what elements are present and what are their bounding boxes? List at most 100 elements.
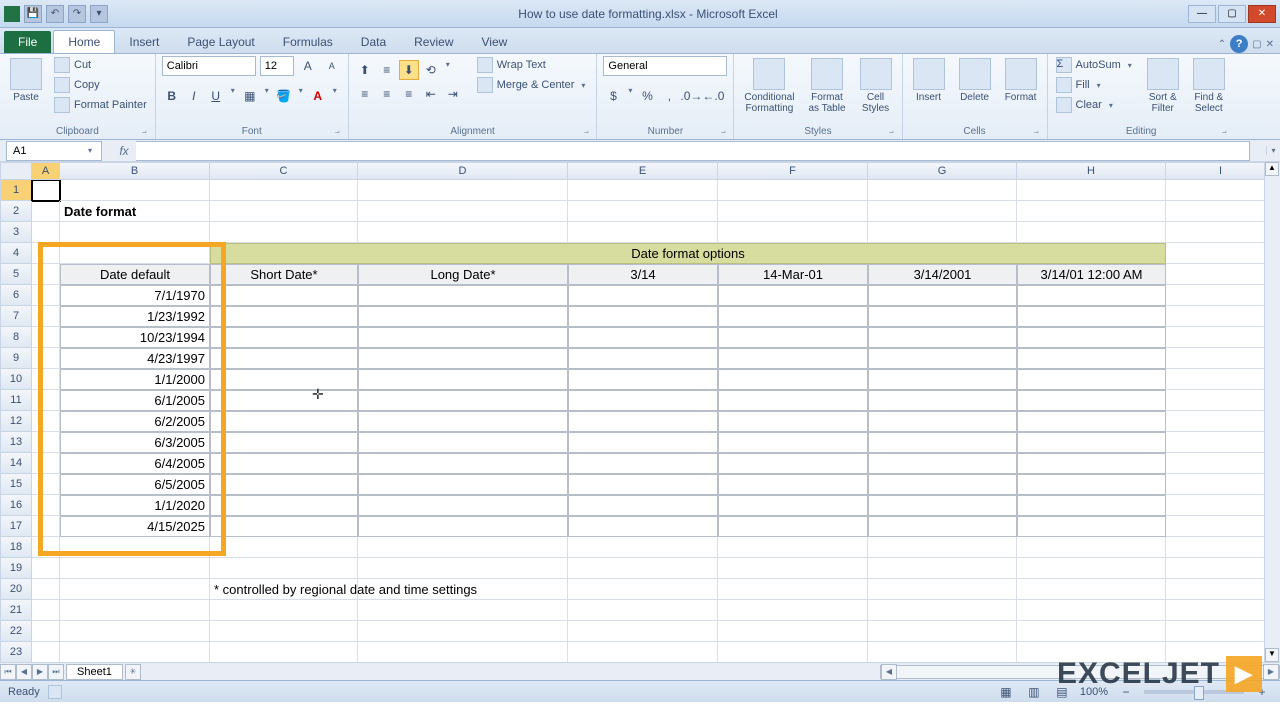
align-left-button[interactable]: ≡ [355,84,375,104]
delete-cells-button[interactable]: Delete [955,56,995,105]
minimize-ribbon-icon[interactable]: ⌃ [1218,39,1226,50]
row-header-5[interactable]: 5 [0,264,32,285]
cell-B19[interactable] [60,558,210,579]
row-header-17[interactable]: 17 [0,516,32,537]
copy-button[interactable]: Copy [52,76,149,94]
cell-I4[interactable] [1166,243,1276,264]
cell-C11[interactable] [210,390,358,411]
cell-F22[interactable] [718,621,868,642]
cell-C21[interactable] [210,600,358,621]
cell-C15[interactable] [210,474,358,495]
align-top-button[interactable]: ⬆ [355,60,375,80]
cell-A11[interactable] [32,390,60,411]
cell-G21[interactable] [868,600,1017,621]
cell-E2[interactable] [568,201,718,222]
column-header-C[interactable]: C [210,162,358,180]
cell-D23[interactable] [358,642,568,662]
cell-C3[interactable] [210,222,358,243]
cell-C12[interactable] [210,411,358,432]
tab-view[interactable]: View [468,31,522,53]
cell-A8[interactable] [32,327,60,348]
cell-H16[interactable] [1017,495,1166,516]
cell-G23[interactable] [868,642,1017,662]
cell-H18[interactable] [1017,537,1166,558]
row-header-10[interactable]: 10 [0,369,32,390]
cell-D14[interactable] [358,453,568,474]
cell-G20[interactable] [868,579,1017,600]
decrease-indent-button[interactable]: ⇤ [421,84,441,104]
cell-C14[interactable] [210,453,358,474]
cell-B18[interactable] [60,537,210,558]
cell-B7[interactable]: 1/23/1992 [60,306,210,327]
new-sheet-button[interactable]: ✳ [125,664,141,680]
cell-styles-button[interactable]: Cell Styles [856,56,896,116]
row-header-21[interactable]: 21 [0,600,32,621]
increase-indent-button[interactable]: ⇥ [443,84,463,104]
cell-E10[interactable] [568,369,718,390]
merge-center-button[interactable]: Merge & Center▾ [475,76,591,94]
cell-B14[interactable]: 6/4/2005 [60,453,210,474]
cell-G5[interactable]: 3/14/2001 [868,264,1017,285]
cell-B6[interactable]: 7/1/1970 [60,285,210,306]
align-middle-button[interactable]: ≡ [377,60,397,80]
cell-G22[interactable] [868,621,1017,642]
cell-C10[interactable] [210,369,358,390]
minimize-button[interactable]: — [1188,5,1216,23]
cell-H9[interactable] [1017,348,1166,369]
cell-D15[interactable] [358,474,568,495]
cell-I18[interactable] [1166,537,1276,558]
cell-I9[interactable] [1166,348,1276,369]
cell-C4[interactable]: Date format options [210,243,1166,264]
cell-F10[interactable] [718,369,868,390]
cell-F23[interactable] [718,642,868,662]
cell-G12[interactable] [868,411,1017,432]
cell-H15[interactable] [1017,474,1166,495]
cell-B16[interactable]: 1/1/2020 [60,495,210,516]
cell-E18[interactable] [568,537,718,558]
cell-E23[interactable] [568,642,718,662]
column-header-A[interactable]: A [32,162,60,180]
cell-I21[interactable] [1166,600,1276,621]
increase-font-icon[interactable]: A [298,56,318,76]
cell-I2[interactable] [1166,201,1276,222]
cell-G1[interactable] [868,180,1017,201]
cell-A6[interactable] [32,285,60,306]
cell-E13[interactable] [568,432,718,453]
cell-G2[interactable] [868,201,1017,222]
macro-record-icon[interactable] [48,685,62,699]
cell-G9[interactable] [868,348,1017,369]
cell-H17[interactable] [1017,516,1166,537]
cell-C22[interactable] [210,621,358,642]
close-button[interactable]: ✕ [1248,5,1276,23]
format-painter-button[interactable]: Format Painter [52,96,149,114]
sheet-nav-next[interactable]: ▶ [32,664,48,680]
cell-C16[interactable] [210,495,358,516]
cell-F15[interactable] [718,474,868,495]
cell-B21[interactable] [60,600,210,621]
cell-F20[interactable] [718,579,868,600]
view-page-layout-button[interactable]: ▥ [1024,682,1044,702]
cell-D13[interactable] [358,432,568,453]
cell-E9[interactable] [568,348,718,369]
cell-F1[interactable] [718,180,868,201]
row-header-12[interactable]: 12 [0,411,32,432]
sheet-nav-last[interactable]: ⏭ [48,664,64,680]
qat-dropdown-icon[interactable]: ▾ [90,5,108,23]
cell-A23[interactable] [32,642,60,662]
font-name-select[interactable] [162,56,256,76]
cell-F13[interactable] [718,432,868,453]
cell-D8[interactable] [358,327,568,348]
column-header-I[interactable]: I [1166,162,1276,180]
undo-icon[interactable]: ↶ [46,5,64,23]
column-header-F[interactable]: F [718,162,868,180]
cell-A19[interactable] [32,558,60,579]
cell-I12[interactable] [1166,411,1276,432]
cell-G14[interactable] [868,453,1017,474]
cell-B13[interactable]: 6/3/2005 [60,432,210,453]
cell-H14[interactable] [1017,453,1166,474]
cell-B12[interactable]: 6/2/2005 [60,411,210,432]
row-header-14[interactable]: 14 [0,453,32,474]
cell-D7[interactable] [358,306,568,327]
cell-C5[interactable]: Short Date* [210,264,358,285]
insert-cells-button[interactable]: Insert [909,56,949,105]
